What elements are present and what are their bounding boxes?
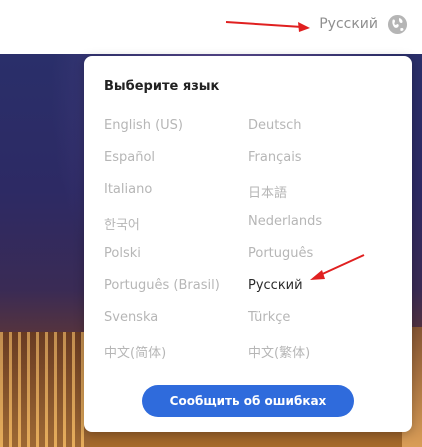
language-option[interactable]: Français [248,150,302,165]
language-option[interactable]: 日本語 [248,182,287,201]
language-option-selected[interactable]: Русский [248,278,303,293]
language-option[interactable]: Deutsch [248,118,302,133]
modal-title: Выберите язык [104,79,220,94]
language-option[interactable]: Svenska [104,310,158,325]
current-language-link[interactable]: Русский [319,16,378,32]
globe-icon[interactable] [387,14,408,35]
language-option[interactable]: English (US) [104,118,183,133]
top-bar: Русский [0,0,422,54]
language-option[interactable]: Español [104,150,155,165]
language-option[interactable]: Português (Brasil) [104,278,220,293]
language-option[interactable]: 中文(繁体) [248,342,310,361]
report-errors-button[interactable]: Сообщить об ошибках [142,385,354,417]
language-option[interactable]: Polski [104,246,141,261]
language-option[interactable]: Nederlands [248,214,322,229]
language-option[interactable]: Türkçe [248,310,290,325]
language-option[interactable]: Português [248,246,313,261]
language-option[interactable]: Italiano [104,182,152,197]
language-option[interactable]: 한국어 [104,214,140,233]
language-selector-modal: Выберите язык English (US) Español Itali… [84,56,412,432]
building-illustration [0,332,90,447]
language-option[interactable]: 中文(简体) [104,342,166,361]
